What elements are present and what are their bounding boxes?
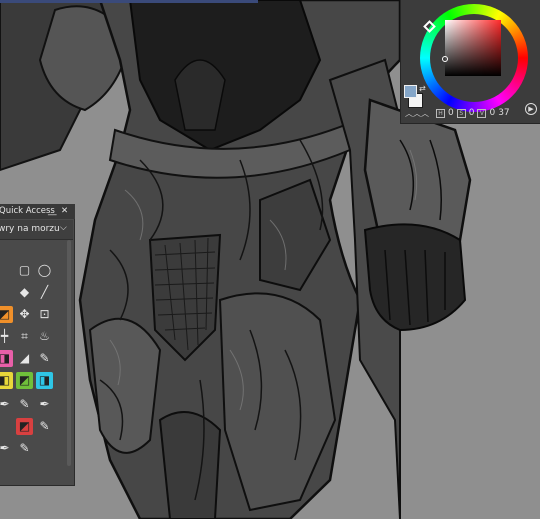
scrollbar[interactable] — [67, 240, 71, 466]
quick-access-title: Quick Access — [0, 206, 55, 216]
swap-colors-icon[interactable]: ⇄ — [419, 85, 426, 93]
h-value-icon: H — [436, 108, 445, 118]
pen-3-icon[interactable]: ✎ — [16, 440, 33, 457]
close-button[interactable]: ✕ — [61, 204, 68, 219]
green-tool-icon[interactable]: ◩ — [16, 372, 33, 389]
v-value-icon: V — [477, 108, 487, 118]
dropdown-value: wry na morzu — [0, 224, 60, 234]
cyan-tool-icon[interactable]: ◨ — [36, 372, 53, 389]
nib-icon[interactable]: ✒ — [36, 396, 53, 413]
blend-icon[interactable]: ♨ — [36, 328, 53, 345]
v-value[interactable]: 0 — [489, 108, 495, 118]
chevron-down-icon[interactable]: ⌵ — [60, 219, 67, 238]
red-brush-icon[interactable]: ◩ — [16, 418, 33, 435]
foreground-color-swatch[interactable] — [404, 85, 417, 98]
line-icon[interactable]: ╱ — [36, 284, 53, 301]
orange-fill-icon[interactable]: ◩ — [0, 306, 13, 323]
pen-icon[interactable]: ✎ — [36, 350, 53, 367]
alpha-value[interactable]: 37 — [498, 108, 509, 118]
ruler-icon[interactable]: ┿ — [0, 328, 13, 345]
transparency-icon[interactable]: ︿︿︿ — [405, 110, 429, 118]
quick-access-panel: Quick Access __ ✕ wry na morzu ⌵ ▢ ◆ ◯ ╱ ◩ ✥ ⊡… — [0, 204, 75, 486]
saturation-value-marker[interactable] — [442, 56, 448, 62]
minimize-button[interactable]: __ — [48, 204, 57, 219]
eraser-icon[interactable]: ◆ — [16, 284, 33, 301]
play-icon[interactable]: ▶ — [525, 103, 537, 115]
pen-2-icon[interactable]: ✒ — [0, 440, 13, 457]
h-value[interactable]: 0 — [448, 108, 454, 118]
top-window-bar — [0, 0, 258, 3]
s-value-icon: S — [456, 108, 466, 118]
yellow-tool-icon[interactable]: ◧ — [0, 372, 13, 389]
square-tool-icon[interactable]: ▢ — [16, 262, 33, 279]
quick-access-header[interactable]: Quick Access __ ✕ — [0, 204, 75, 219]
ink-pen-icon[interactable]: ✒ — [0, 396, 13, 413]
lasso-icon[interactable]: ◯ — [36, 262, 53, 279]
pink-brush-icon[interactable]: ◨ — [0, 350, 13, 367]
s-value[interactable]: 0 — [469, 108, 475, 118]
color-values: H 0 S 0 V 0 37 — [436, 107, 510, 119]
move-icon[interactable]: ✥ — [16, 306, 33, 323]
brush-icon[interactable]: ✎ — [36, 418, 53, 435]
marker-icon[interactable]: ◢ — [16, 350, 33, 367]
color-wheel-panel: ⇄ ︿︿︿ H 0 S 0 V 0 37 ▶ — [400, 0, 540, 124]
pencil-icon[interactable]: ✎ — [16, 396, 33, 413]
frame-icon[interactable]: ⊡ — [36, 306, 53, 323]
quick-access-set-dropdown[interactable]: wry na morzu ⌵ — [0, 220, 73, 240]
saturation-value-square[interactable] — [445, 20, 501, 76]
transform-icon[interactable]: ⌗ — [16, 328, 33, 345]
